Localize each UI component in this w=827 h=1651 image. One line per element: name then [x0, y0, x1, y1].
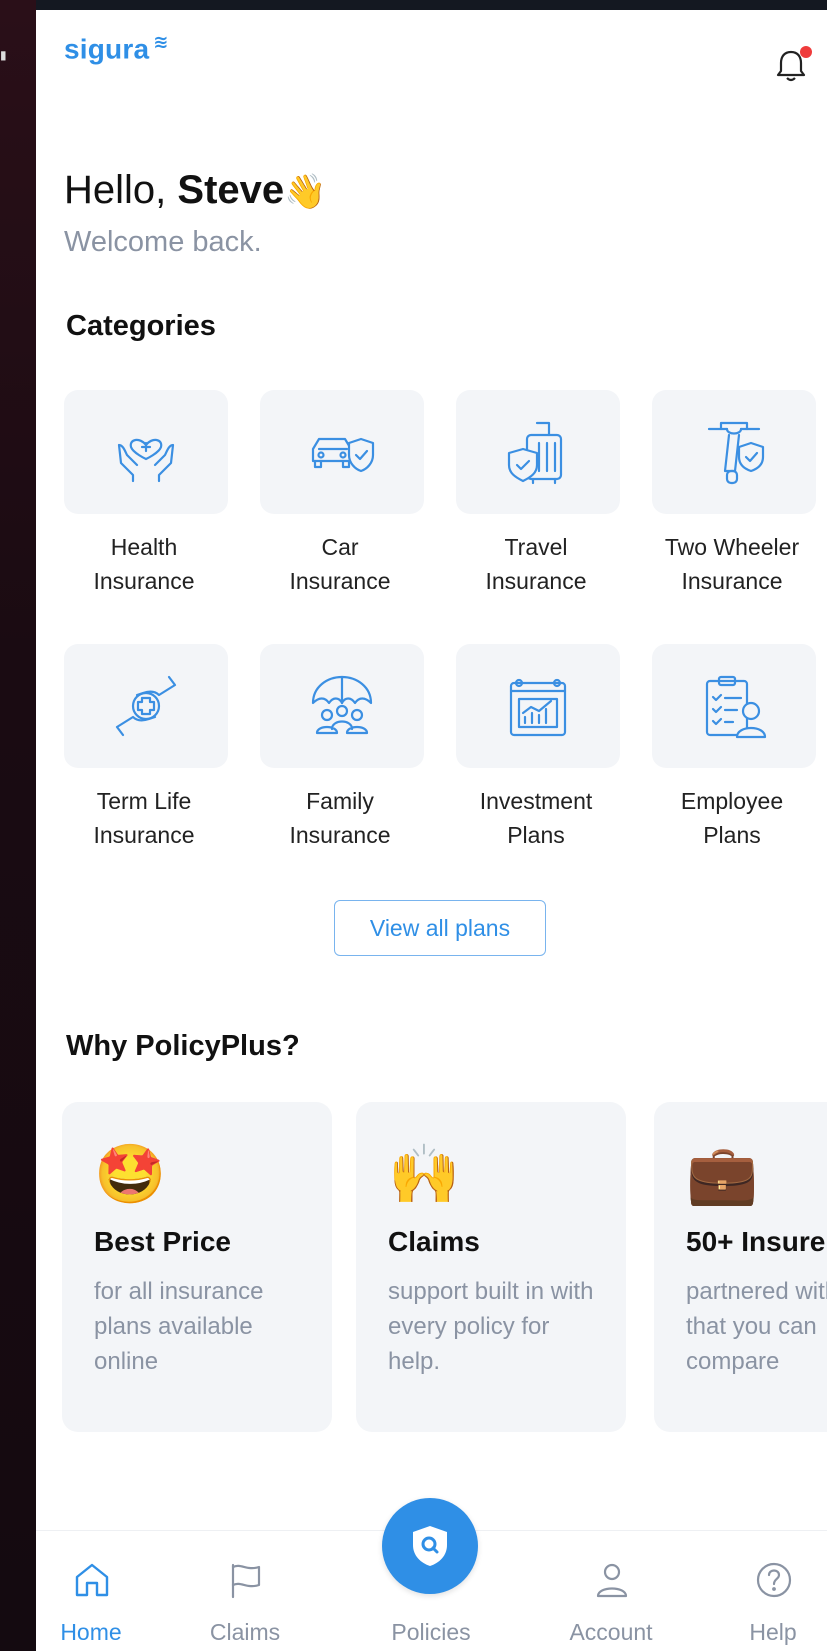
nav-claims[interactable]: Claims: [190, 1531, 300, 1651]
feature-card-title: Claims: [388, 1226, 480, 1257]
nav-label: Help: [749, 1619, 797, 1645]
categories-title: Categories: [66, 310, 216, 342]
category-label-line1: Family: [306, 788, 374, 814]
nav-label: Claims: [209, 1619, 281, 1645]
category-label-line1: Investment: [479, 788, 593, 814]
category-label-line2: Insurance: [93, 822, 195, 848]
investment-plans-icon: [509, 678, 567, 737]
category-label: Travel Insurance: [446, 530, 626, 598]
home-icon: [75, 1563, 109, 1597]
nav-label: Policies: [391, 1619, 471, 1645]
category-label: Health Insurance: [54, 530, 234, 598]
category-label-line1: Health: [110, 534, 178, 560]
family-insurance-icon: [311, 675, 373, 735]
category-label: Two Wheeler Insurance: [642, 530, 822, 598]
window-top-strip: [0, 0, 827, 10]
nav-label: Home: [60, 1619, 122, 1645]
top-bar: sigura ≋: [36, 10, 827, 90]
feature-card-title: Best Price: [94, 1226, 231, 1257]
category-health-insurance[interactable]: [64, 390, 228, 514]
user-icon: [596, 1563, 628, 1598]
wing-icon: ≋: [153, 32, 169, 52]
wave-icon: 👋: [284, 172, 327, 212]
nav-help[interactable]: Help: [718, 1531, 827, 1651]
category-family-insurance[interactable]: [260, 644, 424, 768]
nav-label: Account: [569, 1619, 653, 1645]
category-label-line1: Two Wheeler: [664, 534, 800, 560]
category-label: Term Life Insurance: [54, 784, 234, 852]
app-screen: sigura ≋ Hello, Steve👋 Welcome back. Cate…: [36, 10, 827, 1651]
category-label-line1: Car: [321, 534, 359, 560]
feature-card-description: for all insurance plans available online: [94, 1278, 264, 1375]
background-strip: ▮: [0, 0, 36, 1651]
category-label-line1: Travel: [504, 534, 568, 560]
why-section-title: Why PolicyPlus?: [66, 1030, 300, 1062]
category-label-line2: Insurance: [289, 822, 391, 848]
employee-plans-icon: [705, 675, 767, 739]
nav-account[interactable]: Account: [556, 1531, 666, 1651]
policies-fab-button[interactable]: [382, 1498, 478, 1594]
two-wheeler-insurance-icon: [707, 421, 765, 485]
feature-card-description: partnered with us so that you can compar…: [686, 1278, 827, 1375]
category-label-line2: Insurance: [681, 568, 783, 594]
car-insurance-icon: [311, 437, 375, 473]
category-two-wheeler-insurance[interactable]: [652, 390, 816, 514]
category-investment-plans[interactable]: [456, 644, 620, 768]
category-label: Family Insurance: [250, 784, 430, 852]
category-label-line2: Insurance: [289, 568, 391, 594]
category-term-life-insurance[interactable]: [64, 644, 228, 768]
greeting-hello: Hello,: [64, 168, 178, 212]
view-all-plans-button[interactable]: View all plans: [334, 900, 546, 956]
term-life-insurance-icon: [115, 675, 177, 737]
briefcase-icon: 💼: [686, 1140, 759, 1208]
category-label-line1: Term Life: [96, 788, 192, 814]
feature-card-title: 50+ Insurers: [686, 1226, 827, 1257]
battery-icon: ▮: [0, 48, 7, 62]
feature-card-claims[interactable]: 🙌 Claims support built in with every pol…: [356, 1102, 626, 1432]
travel-insurance-icon: [507, 421, 563, 485]
category-label-line2: Plans: [507, 822, 565, 848]
shield-search-icon: [413, 1526, 447, 1566]
feature-card-description: support built in with every policy for h…: [388, 1278, 594, 1375]
help-icon: [756, 1562, 792, 1598]
category-car-insurance[interactable]: [260, 390, 424, 514]
greeting-heading: Hello, Steve👋: [64, 168, 326, 213]
star-struck-icon: 🤩: [94, 1140, 167, 1208]
nav-home[interactable]: Home: [36, 1531, 146, 1651]
category-label-line2: Plans: [703, 822, 761, 848]
health-insurance-icon: [117, 438, 175, 483]
category-label: Employee Plans: [642, 784, 822, 852]
category-label: Investment Plans: [446, 784, 626, 852]
category-travel-insurance[interactable]: [456, 390, 620, 514]
category-label-line2: Insurance: [93, 568, 195, 594]
logo-text: sigura: [64, 33, 150, 65]
app-logo[interactable]: sigura ≋: [64, 32, 169, 65]
category-employee-plans[interactable]: [652, 644, 816, 768]
raised-hands-icon: 🙌: [388, 1140, 461, 1208]
user-name: Steve: [177, 168, 285, 212]
feature-card-insurers[interactable]: 💼 50+ Insurers partnered with us so that…: [654, 1102, 827, 1432]
category-label: Car Insurance: [250, 530, 430, 598]
feature-card-best-price[interactable]: 🤩 Best Price for all insurance plans ava…: [62, 1102, 332, 1432]
flag-icon: [231, 1563, 261, 1599]
category-label-line2: Insurance: [485, 568, 587, 594]
notification-dot: [800, 46, 812, 58]
welcome-subtitle: Welcome back.: [64, 226, 262, 258]
category-label-line1: Employee: [680, 788, 784, 814]
